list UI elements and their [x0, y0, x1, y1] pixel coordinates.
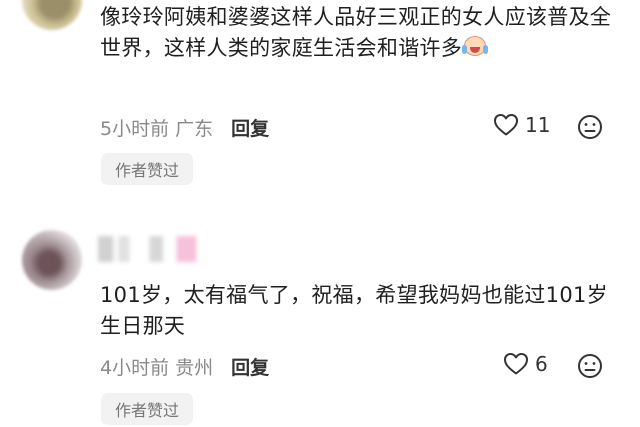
avatar[interactable]	[22, 0, 82, 30]
reply-button[interactable]: 回复	[231, 353, 269, 380]
comment-location: 广东	[175, 117, 214, 140]
dislike-face-icon[interactable]	[577, 114, 603, 140]
like-count: 6	[535, 352, 548, 376]
comment-item: 101岁，太有福气了，祝福，希望我妈妈也能过101岁生日那天 4小时前 贵州 回…	[0, 200, 640, 427]
comment-text: 像玲玲阿姨和婆婆这样人品好三观正的女人应该普及全世界，这样人类的家庭生活会和谐许…	[100, 2, 620, 64]
comment-time: 5小时前	[100, 117, 170, 140]
comment-meta: 4小时前 贵州 回复	[100, 353, 269, 379]
heart-icon	[494, 114, 518, 136]
comment-text: 101岁，太有福气了，祝福，希望我妈妈也能过101岁生日那天	[100, 283, 608, 338]
author-liked-badge: 作者赞过	[101, 153, 193, 185]
like-button[interactable]: 11	[493, 113, 550, 137]
comment-item: 像玲玲阿姨和婆婆这样人品好三观正的女人应该普及全世界，这样人类的家庭生活会和谐许…	[0, 0, 640, 200]
heart-icon	[504, 353, 528, 375]
comment-time: 4小时前	[100, 356, 170, 379]
avatar[interactable]	[22, 230, 82, 290]
username-blurred[interactable]	[98, 236, 210, 262]
dislike-face-icon[interactable]	[577, 353, 603, 379]
like-button[interactable]: 6	[503, 352, 548, 376]
author-liked-badge: 作者赞过	[101, 393, 193, 425]
like-count: 11	[525, 113, 551, 137]
comment-location: 贵州	[175, 356, 214, 379]
reply-button[interactable]: 回复	[231, 114, 269, 141]
comment-text-content: 像玲玲阿姨和婆婆这样人品好三观正的女人应该普及全世界，这样人类的家庭生活会和谐许…	[100, 5, 612, 60]
comment-meta: 5小时前 广东 回复	[100, 114, 269, 140]
crying-laughing-emoji-icon	[462, 35, 489, 59]
